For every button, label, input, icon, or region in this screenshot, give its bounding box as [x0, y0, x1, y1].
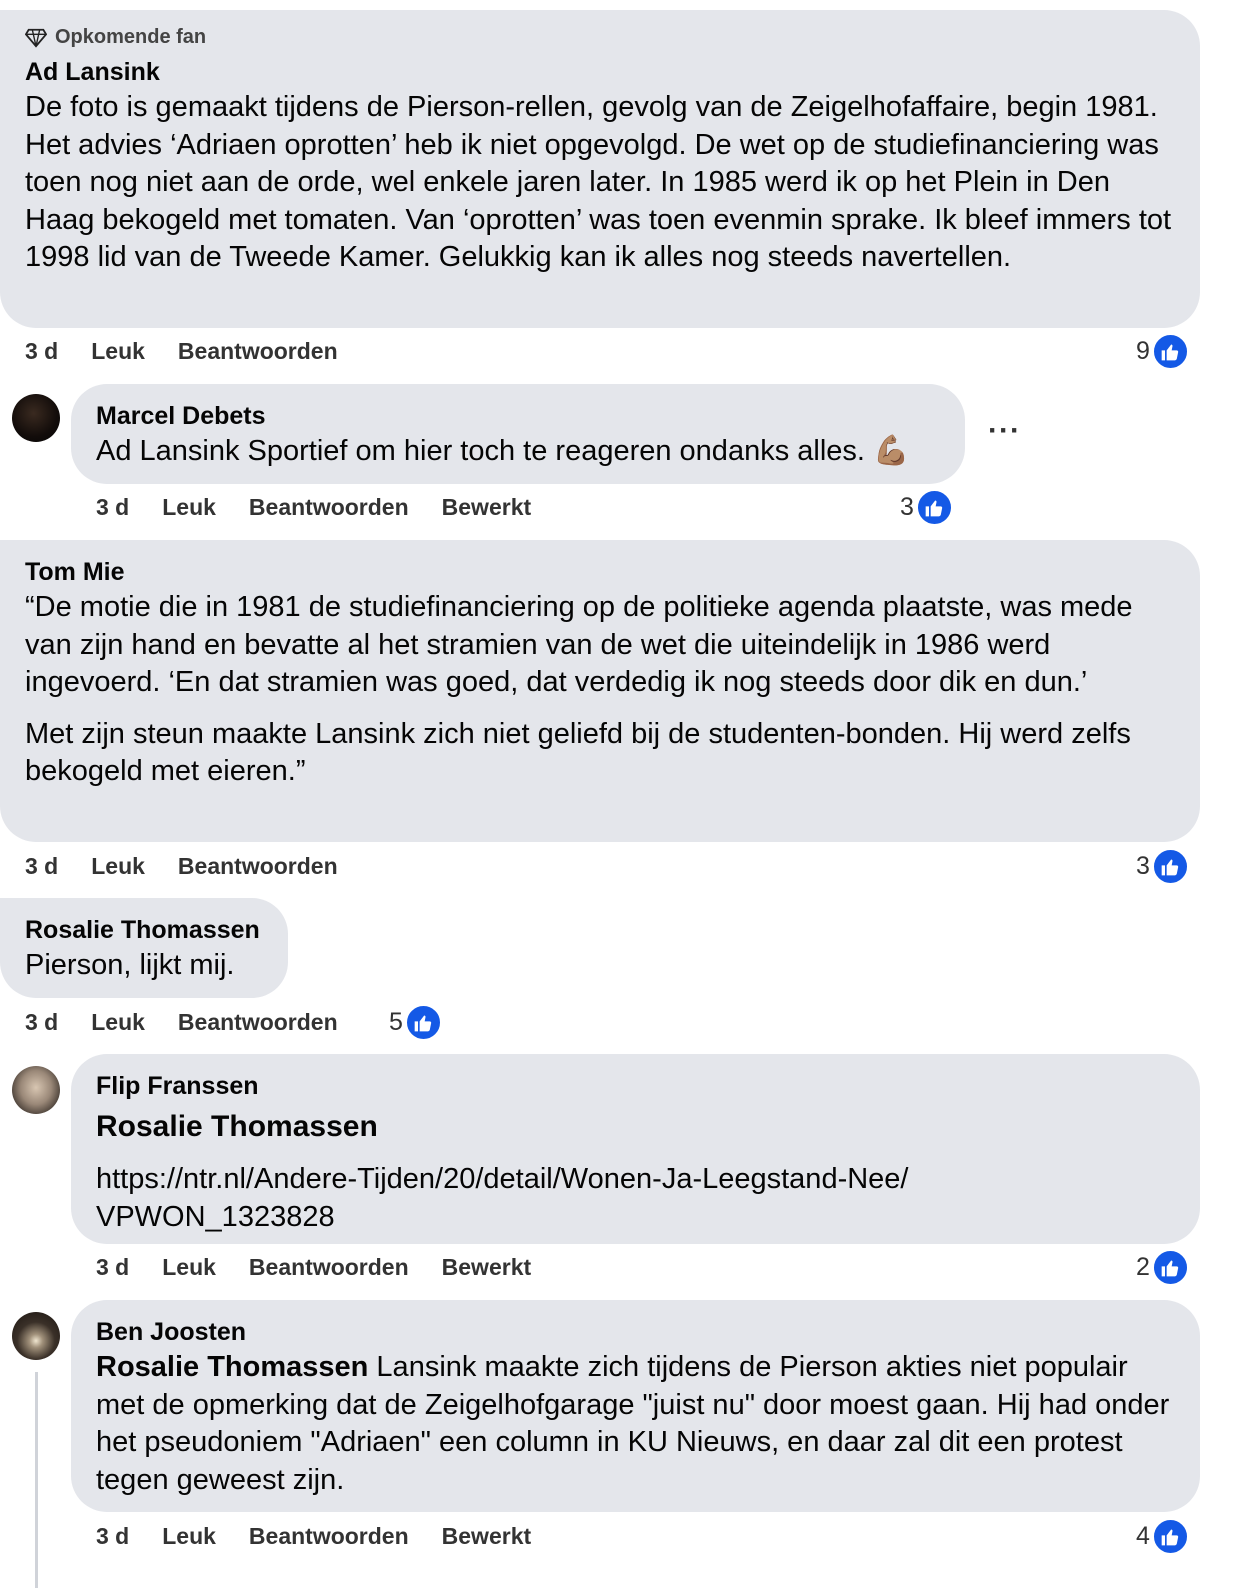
thumbs-up-icon [1151, 1249, 1189, 1286]
comment-actions: 3 d Leuk Beantwoorden Bewerkt [96, 1523, 564, 1550]
edited-label[interactable]: Bewerkt [442, 1254, 531, 1281]
reply-button[interactable]: Beantwoorden [249, 494, 409, 521]
like-count-value: 3 [1136, 852, 1150, 880]
comment-time[interactable]: 3 d [25, 853, 58, 880]
comment-actions: 3 d Leuk Beantwoorden [25, 853, 371, 880]
like-count-value: 2 [1136, 1253, 1150, 1281]
comment-time[interactable]: 3 d [96, 1523, 129, 1550]
thumbs-up-icon [1151, 333, 1189, 370]
comment-paragraph: Met zijn steun maakte Lansink zich niet … [25, 717, 1131, 788]
mention-link[interactable]: Rosalie Thomassen [96, 1107, 1175, 1147]
comment-link[interactable]: https://ntr.nl/Andere-Tijden/20/detail/W… [96, 1161, 926, 1236]
like-count[interactable]: 2 [1136, 1249, 1189, 1286]
comment-bubble: Tom Mie “De motie die in 1981 de studief… [0, 540, 1200, 842]
avatar[interactable] [12, 394, 60, 442]
comment-bubble: Flip Franssen Rosalie Thomassen https://… [71, 1054, 1200, 1244]
comment-bubble: Opkomende fan Ad Lansink De foto is gema… [0, 10, 1200, 328]
comment-actions: 3 d Leuk Beantwoorden Bewerkt [96, 494, 564, 521]
more-options-icon[interactable]: ··· [988, 414, 1021, 448]
thumbs-up-icon [404, 1004, 442, 1041]
comment-text: “De motie die in 1981 de studiefinancier… [25, 589, 1175, 791]
comment-actions: 3 d Leuk Beantwoorden [25, 1009, 371, 1036]
like-count[interactable]: 9 [1136, 333, 1189, 370]
comment-text: Pierson, lijkt mij. [25, 949, 235, 981]
comment-author[interactable]: Ad Lansink [25, 55, 1175, 89]
comment-bubble: Rosalie Thomassen Pierson, lijkt mij. [0, 898, 288, 998]
like-count-value: 4 [1136, 1522, 1150, 1550]
comment-text: De foto is gemaakt tijdens de Pierson-re… [25, 91, 1172, 273]
like-count[interactable]: 4 [1136, 1518, 1189, 1555]
like-count[interactable]: 3 [1136, 848, 1189, 885]
like-count-value: 5 [389, 1008, 403, 1036]
thumbs-up-icon [1151, 1518, 1189, 1555]
reply-button[interactable]: Beantwoorden [178, 338, 338, 365]
thread-line [35, 1372, 38, 1588]
badge-label: Opkomende fan [55, 26, 207, 48]
like-count[interactable]: 3 [900, 489, 953, 526]
comment-text: Ad Lansink Sportief om hier toch te reag… [96, 435, 910, 467]
comment-author[interactable]: Tom Mie [25, 555, 1175, 589]
like-button[interactable]: Leuk [162, 1254, 216, 1281]
mention-link[interactable]: Rosalie Thomassen [96, 1351, 368, 1383]
reply-button[interactable]: Beantwoorden [249, 1523, 409, 1550]
like-count-value: 9 [1136, 337, 1150, 365]
thumbs-up-icon [915, 489, 953, 526]
comment-actions: 3 d Leuk Beantwoorden Bewerkt [96, 1254, 564, 1281]
like-button[interactable]: Leuk [91, 853, 145, 880]
comment-time[interactable]: 3 d [96, 1254, 129, 1281]
edited-label[interactable]: Bewerkt [442, 494, 531, 521]
thumbs-up-icon [1151, 848, 1189, 885]
comment-actions: 3 d Leuk Beantwoorden [25, 338, 371, 365]
comment-time[interactable]: 3 d [25, 338, 58, 365]
comment-bubble: Marcel Debets Ad Lansink Sportief om hie… [71, 384, 965, 484]
comment-author[interactable]: Flip Franssen [96, 1069, 1175, 1103]
like-count[interactable]: 5 [389, 1004, 442, 1041]
comment-paragraph: “De motie die in 1981 de studiefinancier… [25, 591, 1133, 698]
diamond-icon [25, 28, 47, 48]
reply-button[interactable]: Beantwoorden [178, 1009, 338, 1036]
top-fan-badge[interactable]: Opkomende fan [25, 26, 1175, 49]
like-button[interactable]: Leuk [91, 1009, 145, 1036]
like-count-value: 3 [900, 493, 914, 521]
reply-button[interactable]: Beantwoorden [249, 1254, 409, 1281]
comment-time[interactable]: 3 d [25, 1009, 58, 1036]
comment-time[interactable]: 3 d [96, 494, 129, 521]
comment-text: Rosalie Thomassen Lansink maakte zich ti… [96, 1349, 1175, 1499]
comment-author[interactable]: Rosalie Thomassen [25, 913, 263, 947]
comment-author[interactable]: Ben Joosten [96, 1315, 1175, 1349]
avatar[interactable] [12, 1066, 60, 1114]
like-button[interactable]: Leuk [91, 338, 145, 365]
edited-label[interactable]: Bewerkt [442, 1523, 531, 1550]
reply-button[interactable]: Beantwoorden [178, 853, 338, 880]
like-button[interactable]: Leuk [162, 1523, 216, 1550]
comment-author[interactable]: Marcel Debets [96, 399, 940, 433]
avatar[interactable] [12, 1312, 60, 1360]
like-button[interactable]: Leuk [162, 494, 216, 521]
comment-bubble: Ben Joosten Rosalie Thomassen Lansink ma… [71, 1300, 1200, 1512]
